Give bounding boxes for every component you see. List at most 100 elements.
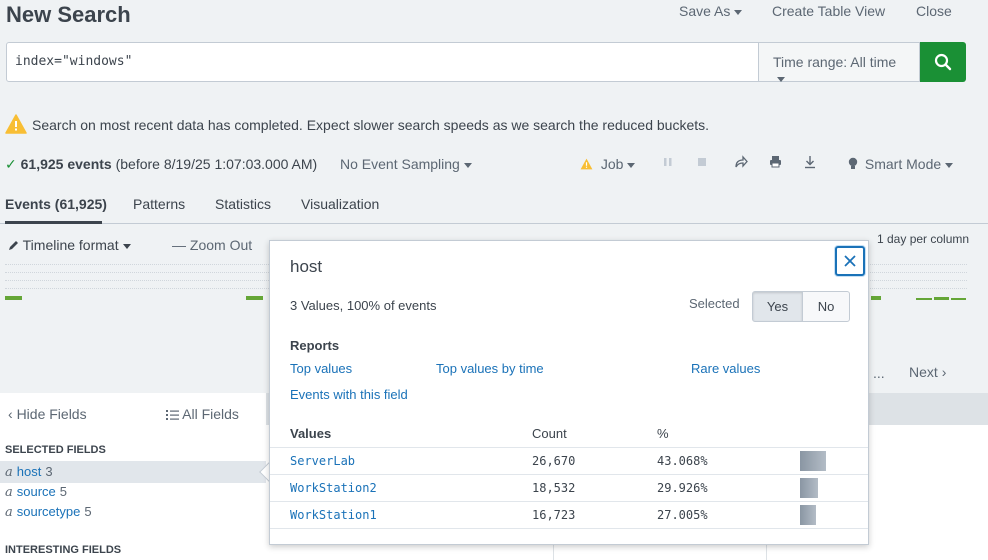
create-table-view-link[interactable]: Create Table View <box>772 3 885 19</box>
field-count: 5 <box>84 504 92 519</box>
warning-icon <box>5 114 27 137</box>
field-count: 3 <box>45 464 53 479</box>
percent-column-header: % <box>657 426 669 441</box>
timeline-bar[interactable] <box>246 296 263 300</box>
field-name[interactable]: sourcetype <box>17 504 81 519</box>
field-count: 5 <box>59 484 68 499</box>
caret-down-icon <box>627 162 636 168</box>
events-with-field-link[interactable]: Events with this field <box>290 387 408 402</box>
hide-fields-label: Hide Fields <box>16 406 87 422</box>
timeline-format-label: Timeline format <box>22 237 119 253</box>
row-divider <box>270 447 868 448</box>
download-icon <box>805 156 815 169</box>
tab-events[interactable]: Events (61,925) <box>5 196 107 212</box>
value-count: 16,723 <box>532 508 576 522</box>
value-link[interactable]: ServerLab <box>290 454 355 468</box>
count-column-header: Count <box>532 426 567 441</box>
value-percent: 43.068% <box>657 454 708 468</box>
zoom-out-button[interactable]: — Zoom Out <box>172 237 252 253</box>
caret-down-icon <box>945 162 954 168</box>
field-name[interactable]: host <box>17 464 42 479</box>
time-range-label: Time range: All time <box>773 54 897 70</box>
value-link[interactable]: WorkStation1 <box>290 508 377 522</box>
value-bar <box>800 505 816 525</box>
field-type-icon: a <box>5 485 13 500</box>
close-button[interactable] <box>835 246 865 276</box>
events-count: 61,925 events <box>20 156 112 172</box>
minus-icon: — <box>172 237 186 253</box>
all-fields-label: All Fields <box>182 406 239 422</box>
all-fields-button[interactable]: All Fields <box>166 406 239 422</box>
active-tab-indicator <box>5 221 102 224</box>
print-button[interactable] <box>769 155 782 171</box>
caret-down-icon <box>463 162 472 168</box>
caret-down-icon <box>734 9 743 15</box>
field-type-icon: a <box>5 465 13 480</box>
selected-yes-button[interactable]: Yes <box>752 291 803 322</box>
top-values-link[interactable]: Top values <box>290 361 352 376</box>
print-icon <box>770 156 781 168</box>
field-item-source[interactable]: a source 5 <box>5 484 67 500</box>
row-divider <box>270 528 868 529</box>
share-icon <box>735 155 748 168</box>
search-input[interactable]: index="windows" <box>6 42 759 82</box>
timeline-bar[interactable] <box>916 298 932 300</box>
caret-down-icon <box>777 76 785 82</box>
close-icon <box>844 255 856 267</box>
field-summary-popup: host 3 Values, 100% of events Selected Y… <box>269 240 869 545</box>
warning-message: Search on most recent data has completed… <box>32 117 710 133</box>
search-mode-label: Smart Mode <box>864 156 942 172</box>
interesting-fields-header: INTERESTING FIELDS <box>5 544 122 556</box>
field-type-icon: a <box>5 505 13 520</box>
selected-no-button[interactable]: No <box>802 291 850 322</box>
value-percent: 27.005% <box>657 508 708 522</box>
reports-heading: Reports <box>290 338 340 353</box>
next-label: Next <box>909 364 938 380</box>
selected-fields-header: SELECTED FIELDS <box>5 444 106 456</box>
values-column-header: Values <box>290 426 332 441</box>
tab-statistics[interactable]: Statistics <box>215 196 271 212</box>
value-count: 18,532 <box>532 481 576 495</box>
sampling-label: No Event Sampling <box>340 156 460 172</box>
share-button[interactable] <box>734 155 748 172</box>
export-button[interactable] <box>804 155 816 172</box>
value-link[interactable]: WorkStation2 <box>290 481 377 495</box>
timeline-bar[interactable] <box>951 298 966 300</box>
timeline-format-dropdown[interactable]: Timeline format <box>8 237 131 253</box>
field-name[interactable]: source <box>17 484 56 499</box>
event-sampling-dropdown[interactable]: No Event Sampling <box>340 156 472 172</box>
value-bar <box>800 478 818 498</box>
timeline-bar[interactable] <box>871 296 881 300</box>
search-button[interactable] <box>920 42 966 82</box>
close-link[interactable]: Close <box>916 3 952 19</box>
pause-button[interactable] <box>663 155 673 171</box>
timeline-bar[interactable] <box>934 297 949 300</box>
timeline-bar[interactable] <box>5 296 22 300</box>
pagination-ellipsis: ... <box>873 365 885 381</box>
row-divider <box>270 474 868 475</box>
lightbulb-icon <box>848 157 858 169</box>
selected-label: Selected <box>689 296 740 311</box>
field-item-sourcetype[interactable]: a sourcetype 5 <box>5 504 92 520</box>
time-range-picker[interactable]: Time range: All time <box>758 42 920 82</box>
save-as-menu[interactable]: Save As <box>679 3 743 19</box>
rare-values-link[interactable]: Rare values <box>691 361 760 376</box>
warning-icon <box>580 158 593 170</box>
tab-patterns[interactable]: Patterns <box>133 196 185 212</box>
value-bar <box>800 451 826 471</box>
stop-button[interactable] <box>697 155 707 171</box>
value-count: 26,670 <box>532 454 576 468</box>
job-menu[interactable]: Job <box>580 156 636 172</box>
pause-icon <box>664 158 672 166</box>
hide-fields-button[interactable]: ‹ Hide Fields <box>8 406 87 422</box>
tab-visualization[interactable]: Visualization <box>301 196 379 212</box>
search-mode-dropdown[interactable]: Smart Mode <box>848 156 954 172</box>
pencil-icon <box>9 241 18 250</box>
row-divider <box>270 501 868 502</box>
stop-icon <box>698 158 706 166</box>
value-percent: 29.926% <box>657 481 708 495</box>
list-icon <box>166 410 179 420</box>
field-item-host[interactable]: a host 3 <box>5 464 53 480</box>
next-page-button[interactable]: Next › <box>909 364 946 380</box>
top-values-by-time-link[interactable]: Top values by time <box>436 361 544 376</box>
